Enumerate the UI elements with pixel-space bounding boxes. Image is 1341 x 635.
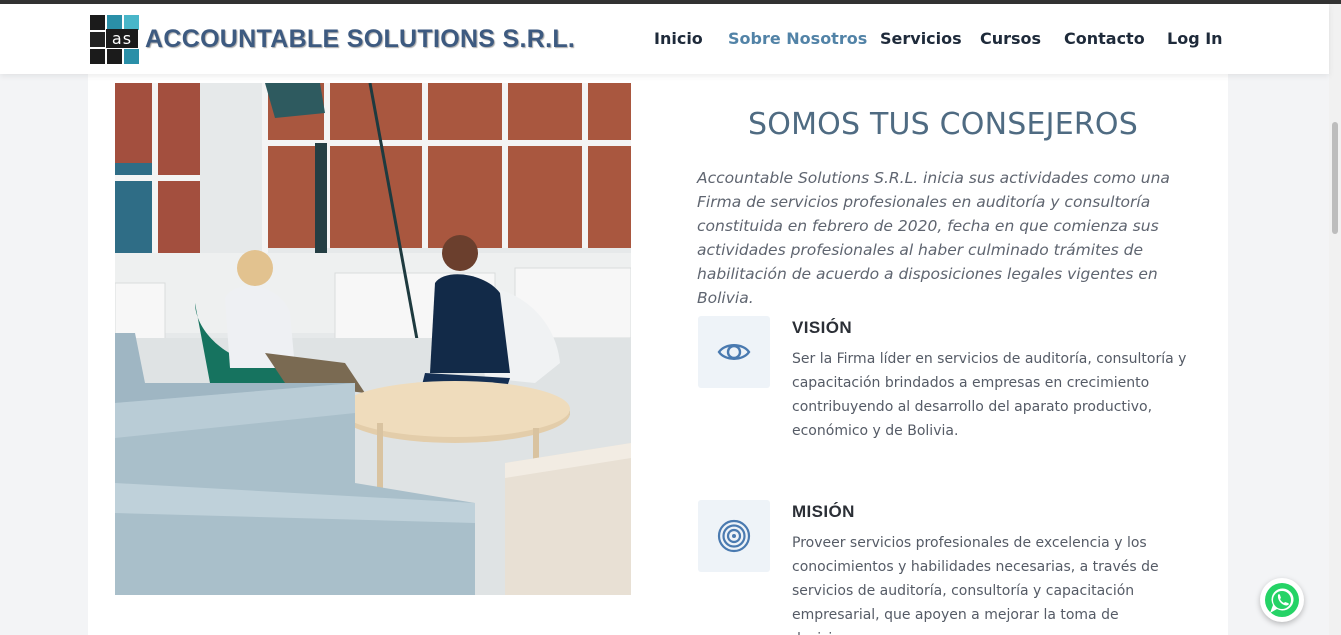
eye-icon bbox=[717, 344, 751, 360]
nav-sobre-nosotros[interactable]: Sobre Nosotros bbox=[728, 29, 867, 48]
office-meeting-photo bbox=[115, 83, 631, 595]
nav-contacto[interactable]: Contacto bbox=[1064, 29, 1145, 48]
logo-letters: as bbox=[106, 29, 138, 48]
nav-cursos[interactable]: Cursos bbox=[980, 29, 1041, 48]
vision-icon-box bbox=[698, 316, 770, 388]
nav-servicios[interactable]: Servicios bbox=[880, 29, 962, 48]
whatsapp-button[interactable] bbox=[1260, 578, 1304, 622]
mision-title: MISIÓN bbox=[792, 502, 855, 521]
brand-name[interactable]: ACCOUNTABLE SOLUTIONS S.R.L. bbox=[145, 25, 575, 54]
nav-inicio[interactable]: Inicio bbox=[654, 29, 703, 48]
vision-text: Ser la Firma líder en servicios de audit… bbox=[792, 351, 1187, 439]
nav-log-in[interactable]: Log In bbox=[1167, 29, 1223, 48]
about-heading: SOMOS TUS CONSEJEROS bbox=[748, 107, 1138, 142]
whatsapp-icon bbox=[1265, 583, 1299, 617]
vision-title: VISIÓN bbox=[792, 318, 853, 337]
scrollbar[interactable] bbox=[1329, 4, 1341, 635]
site-header: as ACCOUNTABLE SOLUTIONS S.R.L. Inicio S… bbox=[0, 4, 1329, 74]
target-icon bbox=[717, 519, 751, 553]
mision-text: Proveer servicios profesionales de excel… bbox=[792, 535, 1159, 635]
scrollbar-thumb[interactable] bbox=[1332, 122, 1338, 234]
about-intro: Accountable Solutions S.R.L. inicia sus … bbox=[697, 169, 1170, 307]
mision-icon-box bbox=[698, 500, 770, 572]
